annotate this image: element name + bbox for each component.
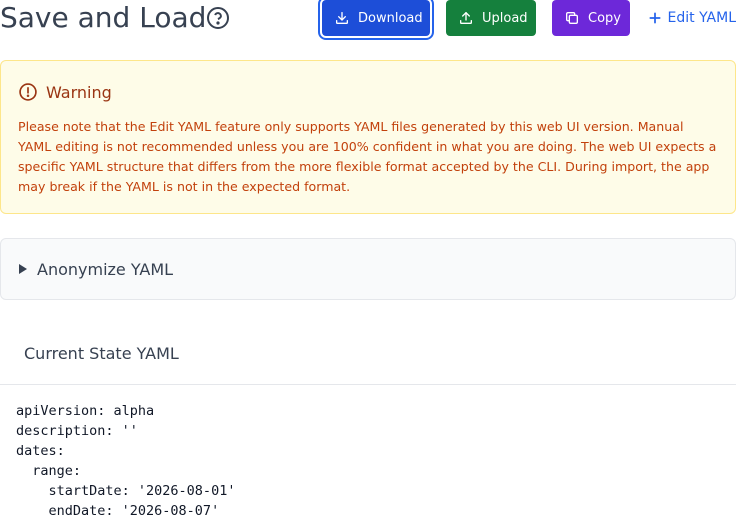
caret-right-icon bbox=[19, 264, 27, 274]
code-line: dates: bbox=[16, 443, 65, 459]
upload-label: Upload bbox=[482, 10, 528, 26]
code-line: description: '' bbox=[16, 423, 138, 439]
code-line: startDate: '2026-08-01' bbox=[16, 483, 236, 499]
header: Save and Load Download Upload Copy Edit … bbox=[0, 0, 736, 40]
warning-title: Warning bbox=[46, 82, 112, 102]
code-line: endDate: '2026-08-07' bbox=[16, 503, 220, 519]
plus-icon bbox=[648, 12, 661, 24]
yaml-code-block[interactable]: apiVersion: alpha description: '' dates: r… bbox=[16, 401, 235, 521]
page-title: Save and Load bbox=[0, 1, 207, 34]
warning-callout: Warning Please note that the Edit YAML f… bbox=[0, 60, 736, 214]
download-icon bbox=[336, 12, 348, 24]
divider bbox=[0, 384, 736, 385]
copy-icon bbox=[566, 12, 578, 24]
code-line: apiVersion: alpha bbox=[16, 403, 155, 419]
alert-circle-icon bbox=[19, 83, 37, 101]
edit-yaml-link[interactable]: Edit YAML bbox=[648, 0, 736, 36]
download-button[interactable]: Download bbox=[318, 0, 434, 40]
download-label: Download bbox=[358, 10, 423, 26]
warning-text: Please note that the Edit YAML feature o… bbox=[18, 119, 717, 194]
question-circle-icon[interactable] bbox=[206, 6, 230, 30]
anonymize-yaml-label: Anonymize YAML bbox=[37, 259, 174, 279]
current-state-title: Current State YAML bbox=[24, 344, 179, 363]
warning-header: Warning bbox=[18, 81, 719, 103]
code-line: range: bbox=[16, 463, 82, 479]
copy-label: Copy bbox=[588, 10, 621, 26]
edit-yaml-label: Edit YAML bbox=[667, 10, 736, 26]
upload-icon bbox=[460, 12, 472, 24]
anonymize-yaml-toggle[interactable]: Anonymize YAML bbox=[0, 238, 736, 300]
copy-button[interactable]: Copy bbox=[552, 0, 630, 36]
upload-button[interactable]: Upload bbox=[446, 0, 536, 36]
